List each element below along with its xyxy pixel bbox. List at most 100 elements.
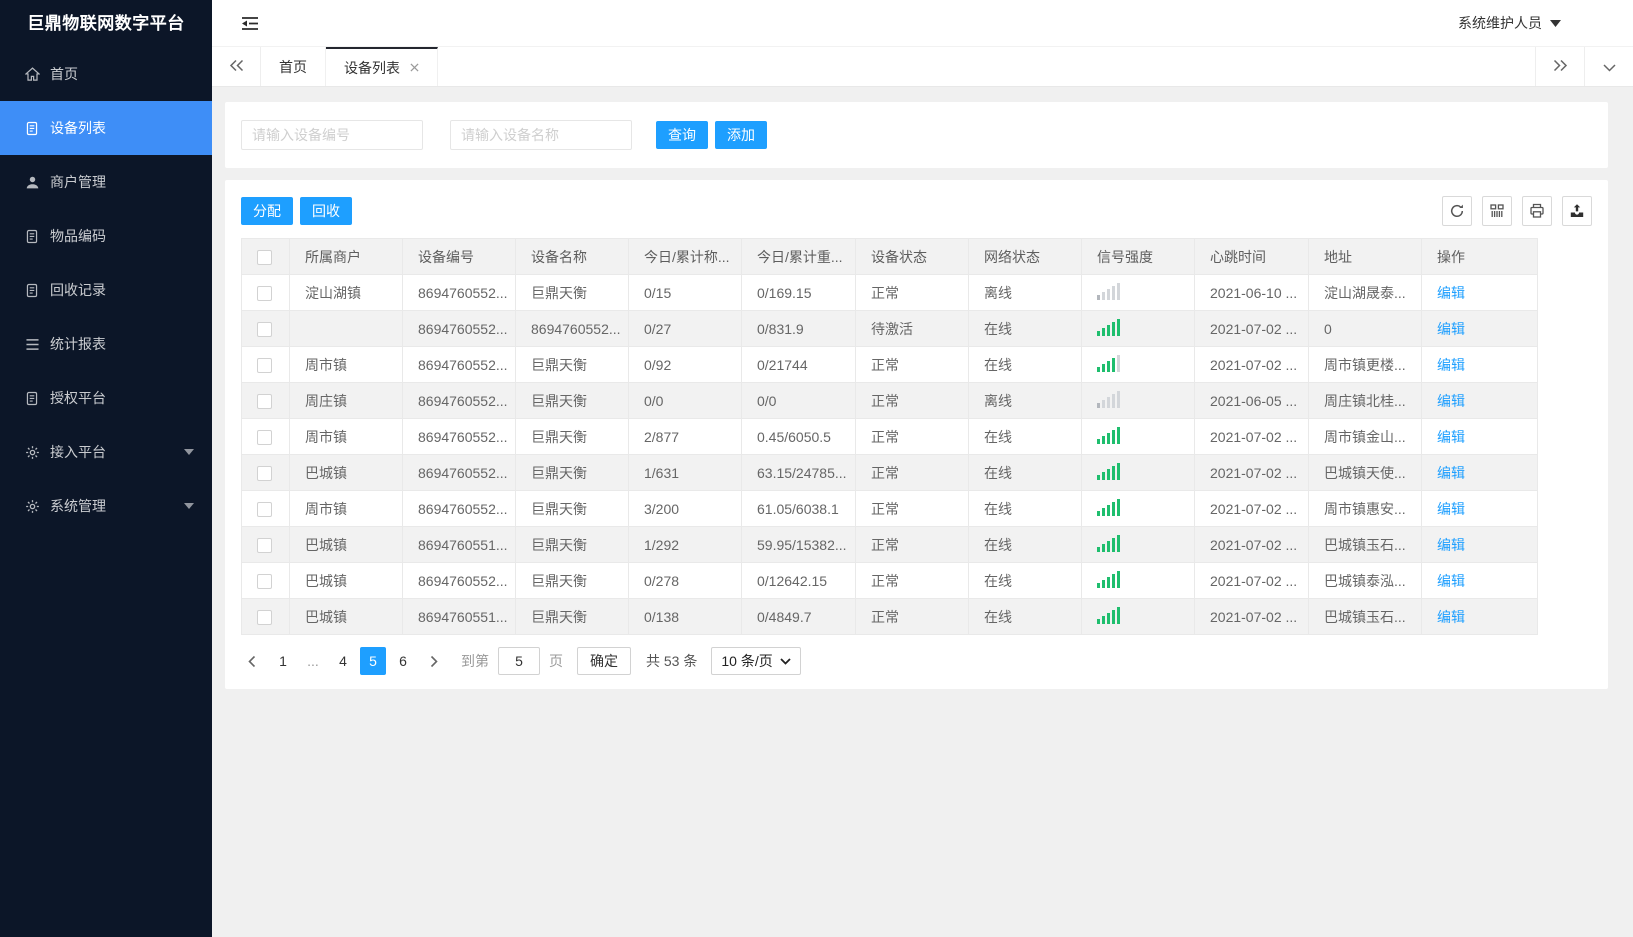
cell-address: 巴城镇天使... [1308,454,1422,491]
cell-heartbeat: 2021-07-02 ... [1194,526,1309,563]
cell-device-status: 正常 [855,526,969,563]
cell-network-status: 在线 [968,346,1082,383]
sidebar-item-statistics[interactable]: 统计报表 [0,317,212,371]
cell-today-count: 0/92 [628,346,742,383]
col-merchant: 所属商户 [289,238,403,275]
cell-device-status: 正常 [855,598,969,635]
columns-icon[interactable] [1482,196,1512,226]
confirm-page-button[interactable]: 确定 [577,647,631,675]
tabs-menu-button[interactable] [1584,47,1633,86]
tabs-scroll-left-button[interactable] [212,47,261,86]
row-checkbox[interactable] [257,321,272,337]
sidebar-item-system-mgmt[interactable]: 系统管理 [0,479,212,533]
cell-heartbeat: 2021-07-02 ... [1194,562,1309,599]
row-checkbox[interactable] [257,609,272,625]
table-row: 淀山湖镇 8694760552... 巨鼎天衡 0/15 0/169.15 正常 离线 202… [241,274,1538,311]
cell-device-name: 8694760552... [515,310,629,347]
device-table-panel: 分配 回收 所属商户 设备编号 设备名称 今日/累计称... 今日/累计重...… [225,180,1608,689]
row-checkbox[interactable] [257,357,272,373]
sidebar-item-auth-platform[interactable]: 授权平台 [0,371,212,425]
edit-link[interactable]: 编辑 [1437,357,1465,373]
cell-address: 巴城镇泰泓... [1308,562,1422,599]
select-all-checkbox[interactable] [257,249,272,265]
row-checkbox[interactable] [257,537,272,553]
cell-device-status: 正常 [855,382,969,419]
tabs-scroll-right-button[interactable] [1535,47,1584,86]
page-content: 查询 添加 分配 回收 [212,88,1633,937]
cell-heartbeat: 2021-07-02 ... [1194,598,1309,635]
cell-merchant: 周庄镇 [289,382,403,419]
cell-network-status: 在线 [968,454,1082,491]
user-menu[interactable]: 系统维护人员 [1458,13,1561,33]
table-row: 周市镇 8694760552... 巨鼎天衡 0/92 0/21744 正常 在线 2021-… [241,346,1538,383]
page-number[interactable]: 4 [330,647,356,675]
cell-device-status: 正常 [855,418,969,455]
page-ellipsis: ... [307,653,319,669]
user-icon [24,174,40,190]
cell-today-weight: 0/831.9 [741,310,856,347]
add-button[interactable]: 添加 [715,121,767,149]
total-count-label: 共 53 条 [646,653,698,669]
edit-link[interactable]: 编辑 [1437,573,1465,589]
table-row: 8694760552... 8694760552... 0/27 0/831.9 待激活… [241,310,1538,347]
tab-home[interactable]: 首页 [261,47,326,86]
edit-link[interactable]: 编辑 [1437,465,1465,481]
edit-link[interactable]: 编辑 [1437,285,1465,301]
goto-page-input[interactable] [498,647,540,675]
table-body: 淀山湖镇 8694760552... 巨鼎天衡 0/15 0/169.15 正常 离线 202… [241,274,1538,635]
cell-network-status: 在线 [968,310,1082,347]
sidebar-item-device-list[interactable]: 设备列表 [0,101,212,155]
col-network-status: 网络状态 [968,238,1082,275]
row-checkbox[interactable] [257,465,272,481]
edit-link[interactable]: 编辑 [1437,393,1465,409]
device-name-input[interactable] [450,120,632,150]
close-icon[interactable] [410,63,419,72]
next-page-button[interactable] [424,655,445,668]
assign-button[interactable]: 分配 [241,197,293,225]
sidebar-item-item-code[interactable]: 物品编码 [0,209,212,263]
prev-page-button[interactable] [241,655,262,668]
cell-device-status: 正常 [855,490,969,527]
table-row: 周庄镇 8694760552... 巨鼎天衡 0/0 0/0 正常 离线 2021-06-05… [241,382,1538,419]
sidebar-item-recycle-records[interactable]: 回收记录 [0,263,212,317]
query-button[interactable]: 查询 [656,121,708,149]
recycle-button[interactable]: 回收 [300,197,352,225]
page-number[interactable]: 6 [390,647,416,675]
page-number[interactable]: 5 [360,647,386,675]
refresh-icon[interactable] [1442,196,1472,226]
sidebar-item-merchant-mgmt[interactable]: 商户管理 [0,155,212,209]
edit-link[interactable]: 编辑 [1437,321,1465,337]
sidebar-item-home[interactable]: 首页 [0,47,212,101]
page-number[interactable]: 1 [270,647,296,675]
print-icon[interactable] [1522,196,1552,226]
row-checkbox[interactable] [257,285,272,301]
cell-device-no: 8694760552... [402,454,516,491]
export-icon[interactable] [1562,196,1592,226]
edit-link[interactable]: 编辑 [1437,429,1465,445]
tab-device-list[interactable]: 设备列表 [326,47,438,86]
row-checkbox[interactable] [257,429,272,445]
device-no-input[interactable] [241,120,423,150]
collapse-menu-icon[interactable] [241,16,259,31]
cell-today-count: 2/877 [628,418,742,455]
gear-icon [24,444,40,460]
cell-address: 周市镇金山... [1308,418,1422,455]
cell-merchant: 周市镇 [289,346,403,383]
edit-link[interactable]: 编辑 [1437,609,1465,625]
edit-link[interactable]: 编辑 [1437,501,1465,517]
sidebar: 巨鼎物联网数字平台 首页 设备列表 商户管理 物品编码 回收记录 统计报表 授权… [0,0,212,937]
row-checkbox[interactable] [257,573,272,589]
table-row: 周市镇 8694760552... 巨鼎天衡 2/877 0.45/6050.5 正常 在线… [241,418,1538,455]
cell-address: 巴城镇玉石... [1308,598,1422,635]
select-arrow-icon [780,657,791,665]
sidebar-item-access-platform[interactable]: 接入平台 [0,425,212,479]
cell-address: 淀山湖晟泰... [1308,274,1422,311]
row-checkbox[interactable] [257,501,272,517]
edit-link[interactable]: 编辑 [1437,537,1465,553]
table-header-row: 所属商户 设备编号 设备名称 今日/累计称... 今日/累计重... 设备状态 … [241,238,1538,275]
page-size-select[interactable]: 10 条/页 [711,647,801,675]
row-checkbox[interactable] [257,393,272,409]
cell-today-weight: 0.45/6050.5 [741,418,856,455]
cell-heartbeat: 2021-07-02 ... [1194,454,1309,491]
cell-device-status: 正常 [855,346,969,383]
